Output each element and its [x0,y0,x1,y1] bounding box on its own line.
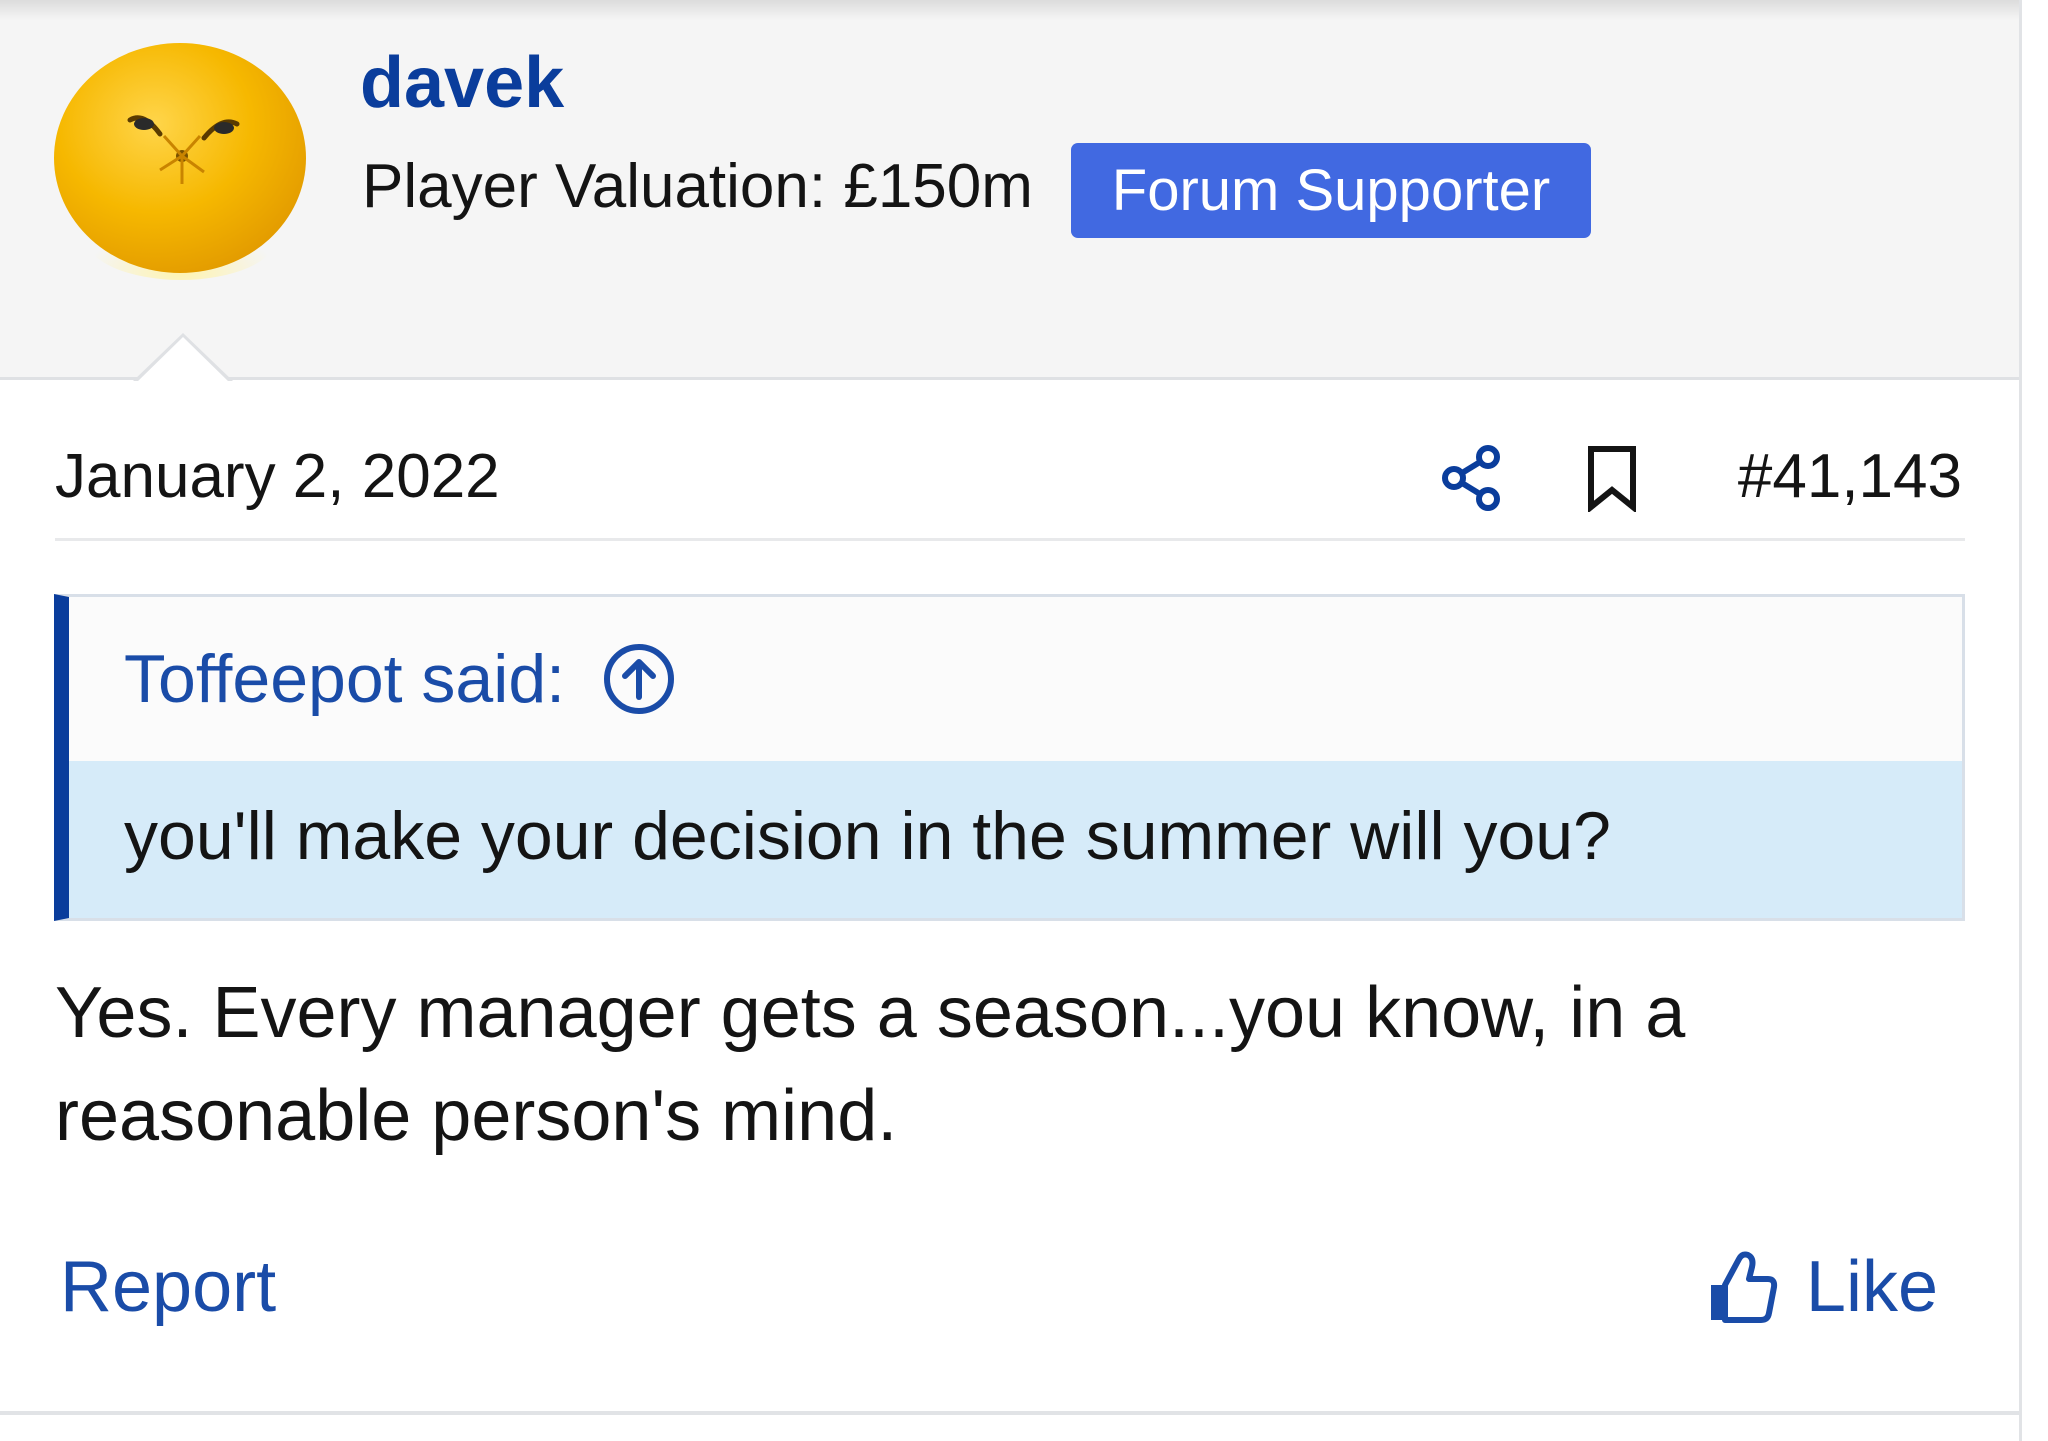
player-valuation: Player Valuation: £150m [362,152,1033,221]
post-date[interactable]: January 2, 2022 [55,430,500,524]
quote-author[interactable]: Toffeepot said: [124,634,565,724]
like-button[interactable]: Like [1706,1242,1938,1332]
header-shadow [0,0,2019,20]
quote-block: Toffeepot said: you'll make your decisio… [54,594,1965,921]
share-icon[interactable] [1440,444,1506,512]
avatar[interactable] [52,38,310,288]
bookmark-icon[interactable] [1583,444,1641,512]
quote-body: you'll make your decision in the summer … [69,761,1962,918]
arrow-up-circle-icon[interactable] [601,641,677,717]
message-body: Yes. Every manager gets a season...you k… [55,973,1686,1156]
forum-post: davek Player Valuation: £150m Forum Supp… [0,0,2022,1441]
username-link[interactable]: davek [360,38,564,128]
quote-header[interactable]: Toffeepot said: [124,597,677,761]
thumbs-up-icon[interactable] [1706,1249,1778,1325]
post-number-link[interactable]: #41,143 [1738,430,1962,524]
report-link[interactable]: Report [60,1242,276,1332]
header-pointer-fill [136,337,230,383]
post-divider [0,1411,2019,1415]
like-label[interactable]: Like [1806,1242,1938,1332]
forum-supporter-badge: Forum Supporter [1071,143,1591,238]
quote-text: you'll make your decision in the summer … [124,798,1611,874]
post-meta-row: January 2, 2022 #41,143 [55,430,1965,541]
